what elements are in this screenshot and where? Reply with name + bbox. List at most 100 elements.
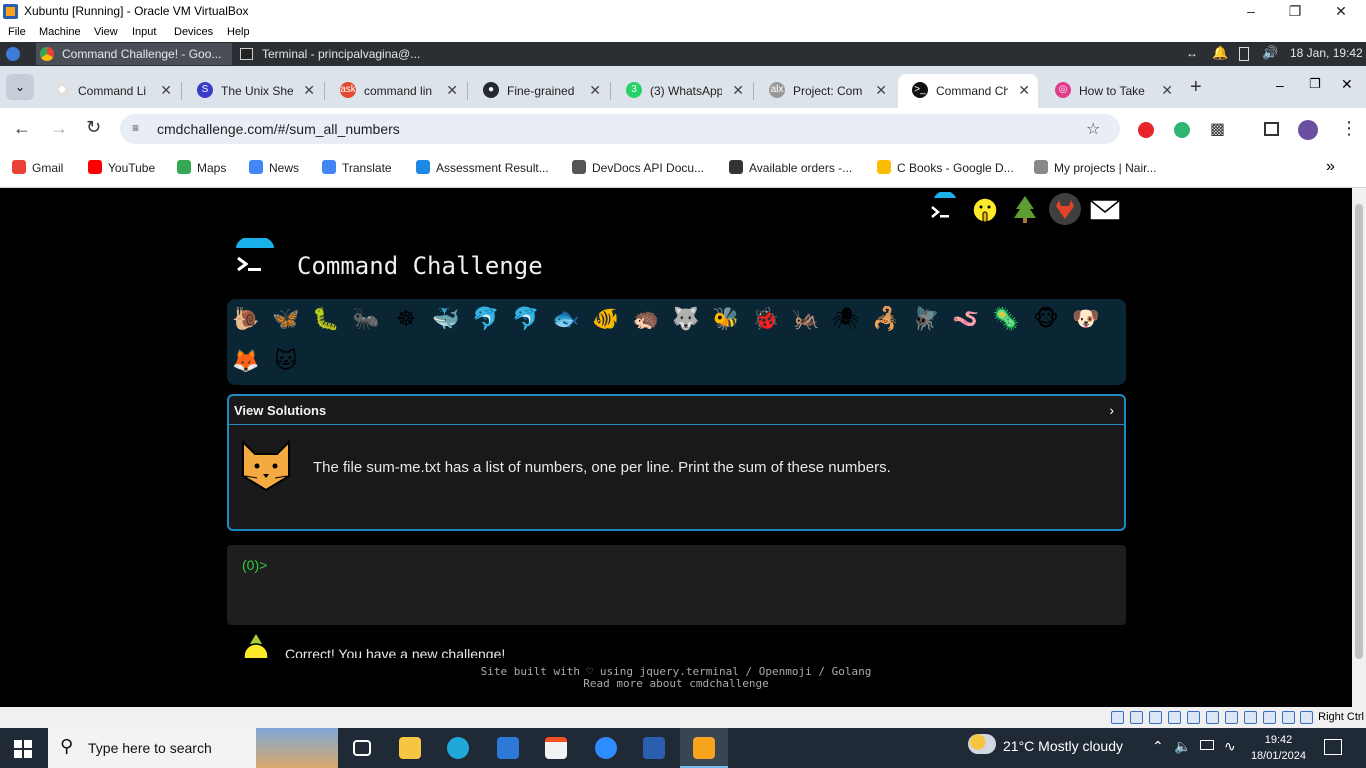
virtualbox-manager-button[interactable] [630, 728, 678, 768]
forward-button[interactable]: → [50, 118, 68, 139]
menu-machine[interactable]: Machine [39, 26, 81, 38]
bookmark-item[interactable]: C Books - Google D... [877, 160, 1014, 175]
challenge-animal-icon[interactable]: 🦋 [269, 303, 303, 337]
minimize-button[interactable]: – [1228, 0, 1274, 24]
mail-button[interactable] [484, 728, 532, 768]
challenge-animal-icon[interactable]: 🐵 [1029, 303, 1063, 337]
browser-tab[interactable]: ask command lin ✕ [326, 74, 466, 108]
tab-close-icon[interactable]: ✕ [1018, 82, 1030, 99]
challenge-animal-icon[interactable]: 🕷 [829, 303, 863, 337]
xubuntu-vm-button[interactable] [680, 728, 728, 768]
browser-tab[interactable]: alx Project: Com ✕ [755, 74, 895, 108]
weather-widget[interactable]: 21°C Mostly cloudy [968, 734, 1123, 754]
optical-drive-status-icon[interactable] [1130, 711, 1143, 724]
challenge-animal-icon[interactable]: 🐟 [549, 303, 583, 337]
tab-close-icon[interactable]: ✕ [1161, 82, 1173, 99]
vt-x-status-icon[interactable] [1263, 711, 1276, 724]
challenge-animal-icon[interactable]: 🐬 [509, 303, 543, 337]
shushing-face-icon[interactable] [968, 192, 1002, 226]
challenge-animal-icon[interactable]: ☸ [389, 303, 423, 337]
chevron-right-icon[interactable]: › [1109, 402, 1114, 418]
more-bookmarks-icon[interactable]: » [1326, 158, 1335, 176]
browser-tab[interactable]: ◆ Command Li ✕ [40, 74, 180, 108]
wifi-icon[interactable]: ∿ [1224, 738, 1236, 755]
challenge-animal-icon[interactable]: 🐝 [709, 303, 743, 337]
browser-tab[interactable]: 3 (3) WhatsApp ✕ [612, 74, 752, 108]
bookmark-item[interactable]: DevDocs API Docu... [572, 160, 704, 175]
panel-clock[interactable]: 18 Jan, 19:42 [1290, 46, 1363, 60]
bookmark-item[interactable]: News [249, 160, 299, 175]
bookmark-item[interactable]: My projects | Nair... [1034, 160, 1156, 175]
file-explorer-button[interactable] [386, 728, 434, 768]
scrollbar-thumb[interactable] [1355, 204, 1363, 659]
challenge-animal-icon[interactable]: 🦗 [789, 303, 823, 337]
menu-help[interactable]: Help [227, 26, 250, 38]
challenge-animal-icon[interactable]: 🐞 [749, 303, 783, 337]
recording-status-icon[interactable] [1244, 711, 1257, 724]
zoom-button[interactable] [582, 728, 630, 768]
profile-avatar[interactable] [1298, 120, 1318, 140]
whisker-menu-icon[interactable] [6, 47, 20, 61]
footer-about-link[interactable]: Read more about cmdchallenge [0, 678, 1352, 690]
notification-center-icon[interactable] [1324, 739, 1342, 755]
challenge-animal-icon[interactable]: 🐛 [309, 303, 343, 337]
tab-close-icon[interactable]: ✕ [875, 82, 887, 99]
tab-close-icon[interactable]: ✕ [732, 82, 744, 99]
email-envelope-icon[interactable] [1088, 192, 1122, 226]
page-scrollbar[interactable] [1352, 188, 1366, 707]
challenge-animal-icon[interactable]: 🦊 [229, 345, 263, 379]
browser-tab[interactable]: ◎ How to Take ✕ [1041, 74, 1181, 108]
gitlab-icon[interactable] [1048, 192, 1082, 226]
tab-search-chevron-icon[interactable]: ⌄ [6, 74, 34, 100]
challenge-animal-icon[interactable]: 🦔 [629, 303, 663, 337]
challenge-animal-icon[interactable]: 🪱 [949, 303, 983, 337]
menu-devices[interactable]: Devices [174, 26, 213, 38]
hard-disk-status-icon[interactable] [1111, 711, 1124, 724]
back-button[interactable]: ← [13, 118, 31, 139]
network-icon[interactable]: ↔ [1186, 46, 1198, 60]
mouse-integration-status-icon[interactable] [1300, 711, 1313, 724]
edge-button[interactable] [434, 728, 482, 768]
menu-view[interactable]: View [94, 26, 118, 38]
challenge-animal-icon[interactable]: 🐳 [429, 303, 463, 337]
panel-task-terminal[interactable]: Terminal - principalvagina@... [236, 43, 436, 65]
battery-tray-icon[interactable] [1200, 740, 1214, 750]
bookmark-item[interactable]: Maps [177, 160, 226, 175]
chrome-minimize-button[interactable]: – [1276, 77, 1284, 93]
taskbar-search-box[interactable]: ⚲ Type here to search [48, 728, 338, 768]
store-button[interactable] [532, 728, 580, 768]
new-tab-button[interactable]: + [1190, 76, 1202, 99]
challenge-animal-icon[interactable]: 🦠 [989, 303, 1023, 337]
bookmark-item[interactable]: Available orders -... [729, 160, 852, 175]
challenge-animal-icon[interactable]: 🐺 [669, 303, 703, 337]
show-hidden-icons-chevron-icon[interactable]: ⌃ [1152, 738, 1164, 755]
tab-close-icon[interactable]: ✕ [446, 82, 458, 99]
guest-additions-status-icon[interactable] [1282, 711, 1295, 724]
browser-tab[interactable]: ● Fine-grained ✕ [469, 74, 609, 108]
windows-start-icon[interactable] [14, 740, 32, 761]
bookmark-item[interactable]: Gmail [12, 160, 63, 175]
address-bar[interactable]: ≡ cmdchallenge.com/#/sum_all_numbers ☆ [120, 114, 1120, 144]
bookmark-item[interactable]: Assessment Result... [416, 160, 549, 175]
challenge-animal-icon[interactable]: 🐜 [349, 303, 383, 337]
bookmark-item[interactable]: Translate [322, 160, 392, 175]
menu-input[interactable]: Input [132, 26, 156, 38]
bookmark-star-icon[interactable]: ☆ [1086, 119, 1100, 139]
challenge-animal-icon[interactable]: 🐠 [589, 303, 623, 337]
panel-task-chrome[interactable]: Command Challenge! - Goo... [36, 43, 232, 65]
audio-status-icon[interactable] [1149, 711, 1162, 724]
terminal-input-area[interactable]: (0)> [227, 545, 1126, 625]
challenge-animal-icon[interactable]: 🐌 [229, 303, 263, 337]
tree-icon[interactable] [1008, 192, 1042, 226]
usb-status-icon[interactable] [1187, 711, 1200, 724]
challenge-animal-icon[interactable]: 🪰 [909, 303, 943, 337]
shared-folders-status-icon[interactable] [1206, 711, 1219, 724]
challenge-animal-icon[interactable]: 🐬 [469, 303, 503, 337]
challenge-animal-icon[interactable]: 🐱 [269, 345, 303, 379]
view-solutions-toggle[interactable]: View Solutions [234, 403, 326, 418]
extension-red-icon[interactable] [1138, 122, 1154, 138]
display-status-icon[interactable] [1225, 711, 1238, 724]
extension-green-icon[interactable] [1174, 122, 1190, 138]
bookmark-item[interactable]: YouTube [88, 160, 155, 175]
restore-button[interactable]: ❐ [1272, 0, 1318, 24]
